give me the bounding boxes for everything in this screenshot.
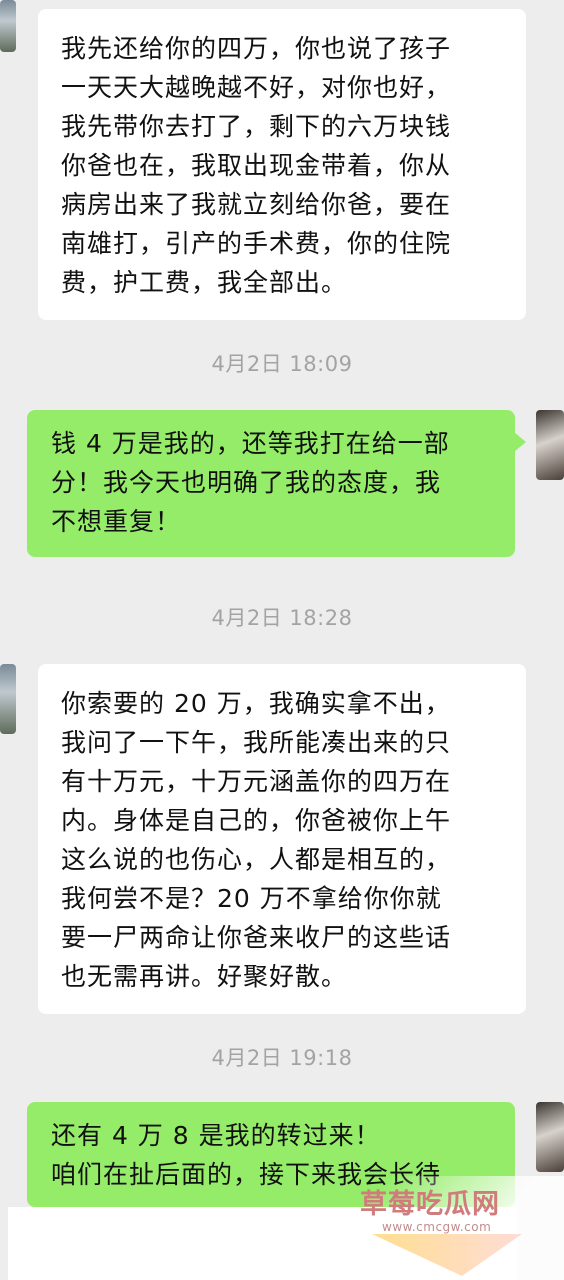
contact-avatar[interactable] <box>0 664 16 734</box>
timestamp: 4月2日 18:28 <box>211 606 353 630</box>
timestamp: 4月2日 19:18 <box>211 1046 353 1070</box>
message-received[interactable]: 你索要的 20 万，我确实拿不出， 我问了一下午，我所能凑出来的只 有十万元，十… <box>38 664 526 1014</box>
self-avatar[interactable] <box>536 1102 564 1172</box>
message-received[interactable]: 我先还给你的四万，你也说了孩子 一天天大越晚越不好，对你也好， 我先带你去打了，… <box>38 9 526 320</box>
watermark-url: www.cmcgw.com <box>382 1220 492 1234</box>
contact-avatar[interactable] <box>0 0 16 52</box>
message-sent[interactable]: 钱 4 万是我的，还等我打在给一部 分！我今天也明确了我的态度，我 不想重复！ <box>27 410 526 557</box>
watermark-title: 草莓吃瓜网 <box>360 1189 500 1220</box>
self-avatar[interactable] <box>536 410 564 480</box>
timestamp: 4月2日 18:09 <box>211 352 353 376</box>
